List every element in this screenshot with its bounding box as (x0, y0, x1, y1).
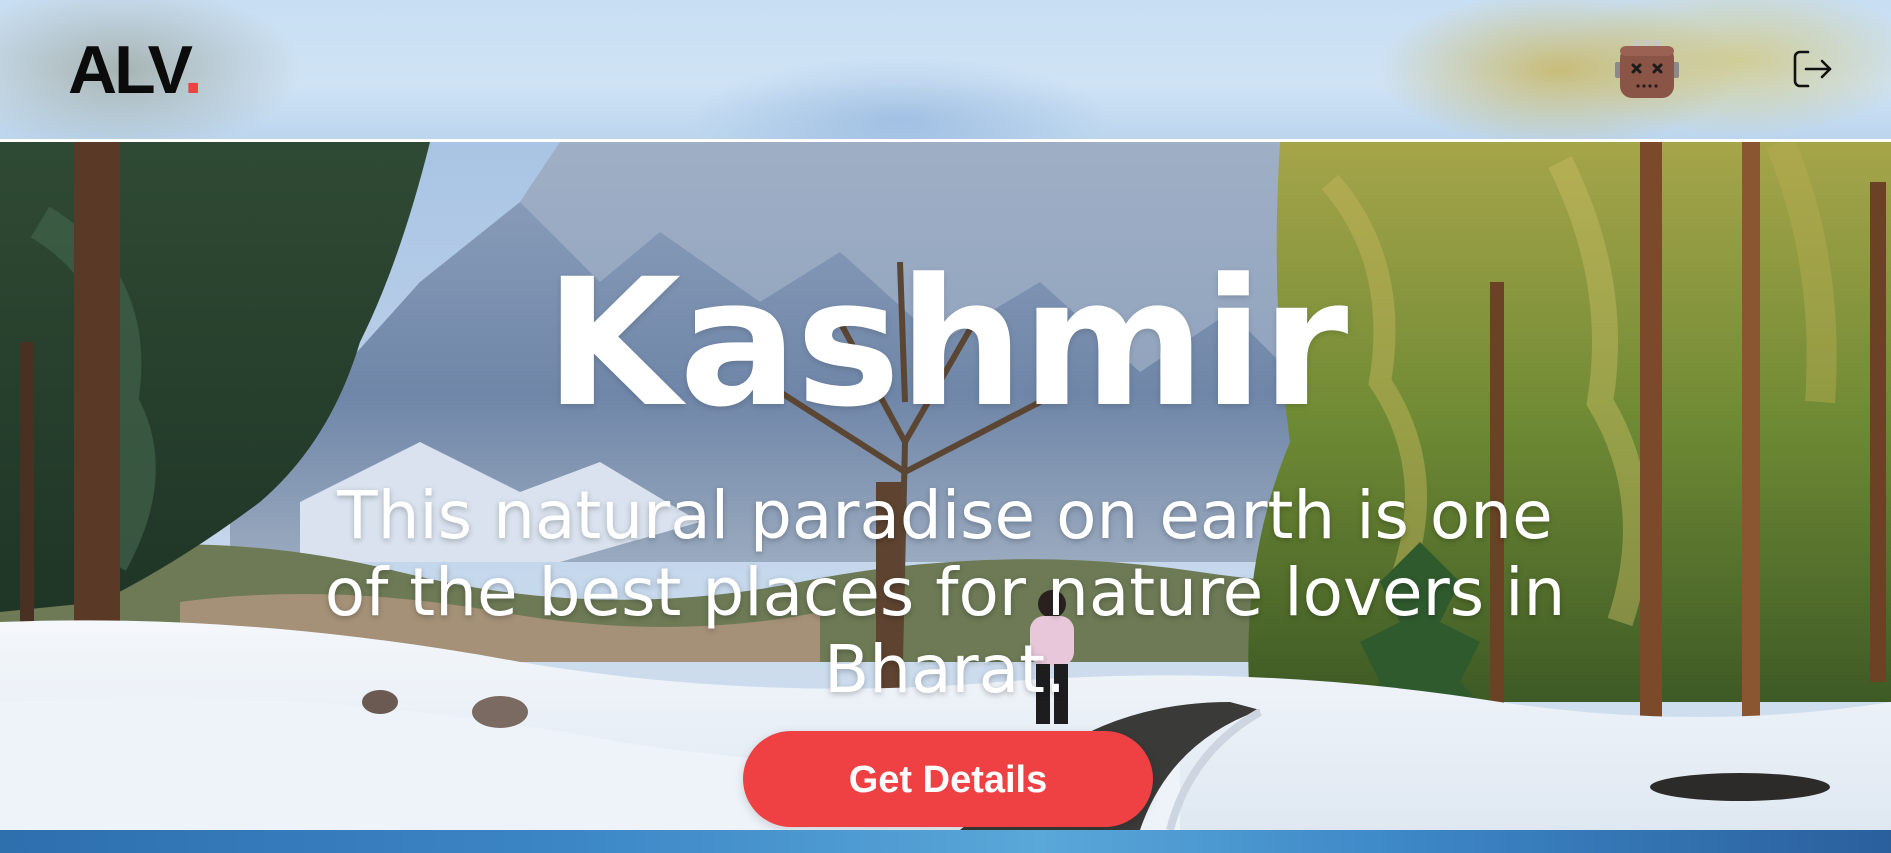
hero-banner: Kashmir This natural paradise on earth i… (0, 142, 1891, 830)
bottom-band (0, 830, 1891, 853)
brand-logo[interactable]: ALV. (68, 30, 203, 110)
hero-title: Kashmir (544, 241, 1349, 446)
logo-text: ALV (68, 32, 187, 108)
robot-avatar-icon[interactable] (1614, 38, 1680, 102)
logout-icon[interactable] (1790, 46, 1836, 92)
header-bar: ALV. (0, 0, 1891, 139)
logo-dot: . (183, 32, 203, 108)
hero-subtitle: This natural paradise on earth is one of… (324, 477, 1566, 708)
page: ALV. Kashmir This natural paradise on ea… (0, 0, 1891, 853)
get-details-button[interactable]: Get Details (743, 731, 1153, 827)
